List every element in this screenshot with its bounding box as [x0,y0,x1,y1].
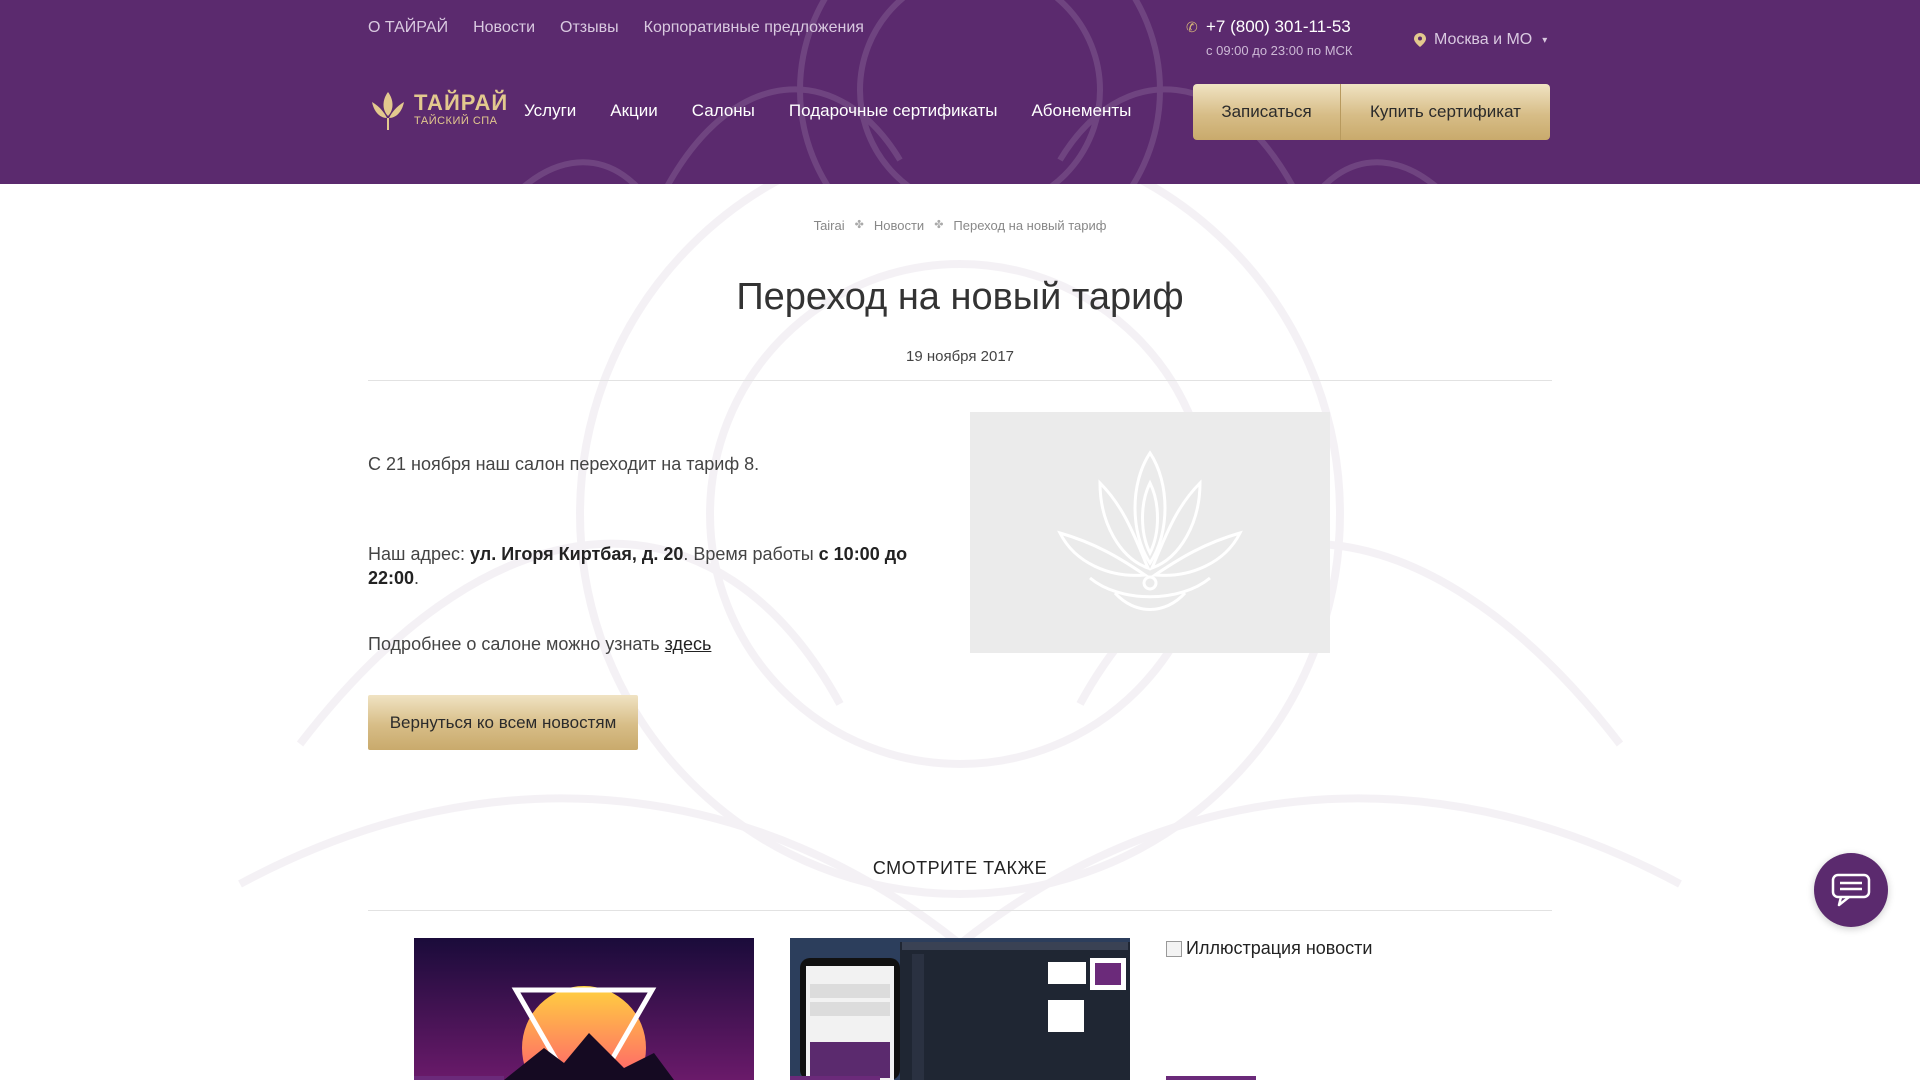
address-label: Наш адрес: [368,544,470,564]
phone-block: ✆ +7 (800) 301-11-53 с 09:00 до 23:00 по… [1186,17,1353,58]
breadcrumb: Tairai ✤ Новости ✤ Переход на новый тари… [0,218,1920,233]
nav-gift-certificates[interactable]: Подарочные сертификаты [789,101,998,121]
see-also-divider [368,910,1552,911]
breadcrumb-news[interactable]: Новости [874,218,924,233]
article-paragraph-address: Наш адрес: ул. Игоря Киртбая, д. 20. Вре… [368,542,928,590]
hours-label: . Время работы [683,544,819,564]
lotus-logo-icon [372,92,404,130]
app-screenshot-image [790,938,1130,1080]
see-also-title: СМОТРИТЕ ТАКЖЕ [872,858,1048,878]
image-alt-text: Иллюстрация новости [1186,938,1373,958]
nav-services[interactable]: Услуги [524,101,576,121]
header-buttons: Записаться Купить сертификат [1193,84,1550,140]
lotus-separator-icon: ✤ [854,219,864,231]
topnav-news[interactable]: Новости [473,19,535,37]
logo-subtitle: ТАЙСКИЙ СПА [414,115,498,127]
more-info-label: Подробнее о салоне можно узнать [368,634,665,654]
phone-icon: ✆ [1186,19,1198,35]
lotus-separator-icon: ✤ [934,219,944,231]
logo[interactable]: ТАЙРАЙ ТАЙСКИЙ СПА [368,88,508,132]
related-news-card[interactable] [790,938,1130,1080]
book-button[interactable]: Записаться [1193,84,1341,140]
related-news-card[interactable]: Иллюстрация новости [1166,938,1526,1080]
main-navigation: Услуги Акции Салоны Подарочные сертифика… [524,101,1131,121]
address-value: ул. Игоря Киртбая, д. 20 [470,544,684,564]
topnav-reviews[interactable]: Отзывы [560,19,619,37]
chat-widget-button[interactable] [1814,853,1888,927]
retro-sunset-image [414,938,754,1080]
topnav-corporate[interactable]: Корпоративные предложения [644,19,864,37]
broken-image-icon [1166,940,1182,957]
chat-bubble-icon [1831,873,1871,907]
page-title: Переход на новый тариф [736,276,1184,318]
site-header: О ТАЙРАЙ Новости Отзывы Корпоративные пр… [0,0,1920,184]
buy-certificate-button[interactable]: Купить сертификат [1341,84,1550,140]
card-accent-bar [790,1076,880,1080]
phone-number[interactable]: +7 (800) 301-11-53 [1206,17,1351,37]
title-divider [368,380,1552,381]
related-news-card[interactable] [414,938,754,1080]
logo-title: ТАЙРАЙ [414,90,509,115]
breadcrumb-home[interactable]: Tairai [814,218,845,233]
article-date: 19 ноября 2017 [905,348,1015,365]
news-image [970,412,1330,653]
location-pin-icon [1414,33,1426,47]
article-paragraph: С 21 ноября наш салон переходит на тариф… [368,454,760,474]
lotus-illustration-icon [1057,449,1243,611]
card-accent-bar [414,1076,504,1080]
broken-image: Иллюстрация новости [1166,938,1526,959]
phone-hours: с 09:00 до 23:00 по МСК [1206,43,1353,58]
chevron-down-icon: ▾ [1542,34,1548,46]
back-to-news-button[interactable]: Вернуться ко всем новостям [368,695,638,750]
card-accent-bar [1166,1076,1256,1080]
salon-link[interactable]: здесь [665,634,712,654]
article-paragraph-more: Подробнее о салоне можно узнать здесь [368,632,711,656]
nav-subscriptions[interactable]: Абонементы [1031,101,1131,121]
nav-salons[interactable]: Салоны [692,101,755,121]
city-label: Москва и МО [1434,31,1533,48]
topnav-about[interactable]: О ТАЙРАЙ [368,19,448,37]
top-navigation: О ТАЙРАЙ Новости Отзывы Корпоративные пр… [368,19,864,37]
city-selector[interactable]: Москва и МО ▾ [1414,31,1547,49]
breadcrumb-current: Переход на новый тариф [953,218,1107,233]
nav-promotions[interactable]: Акции [610,101,658,121]
address-period: . [414,568,420,588]
